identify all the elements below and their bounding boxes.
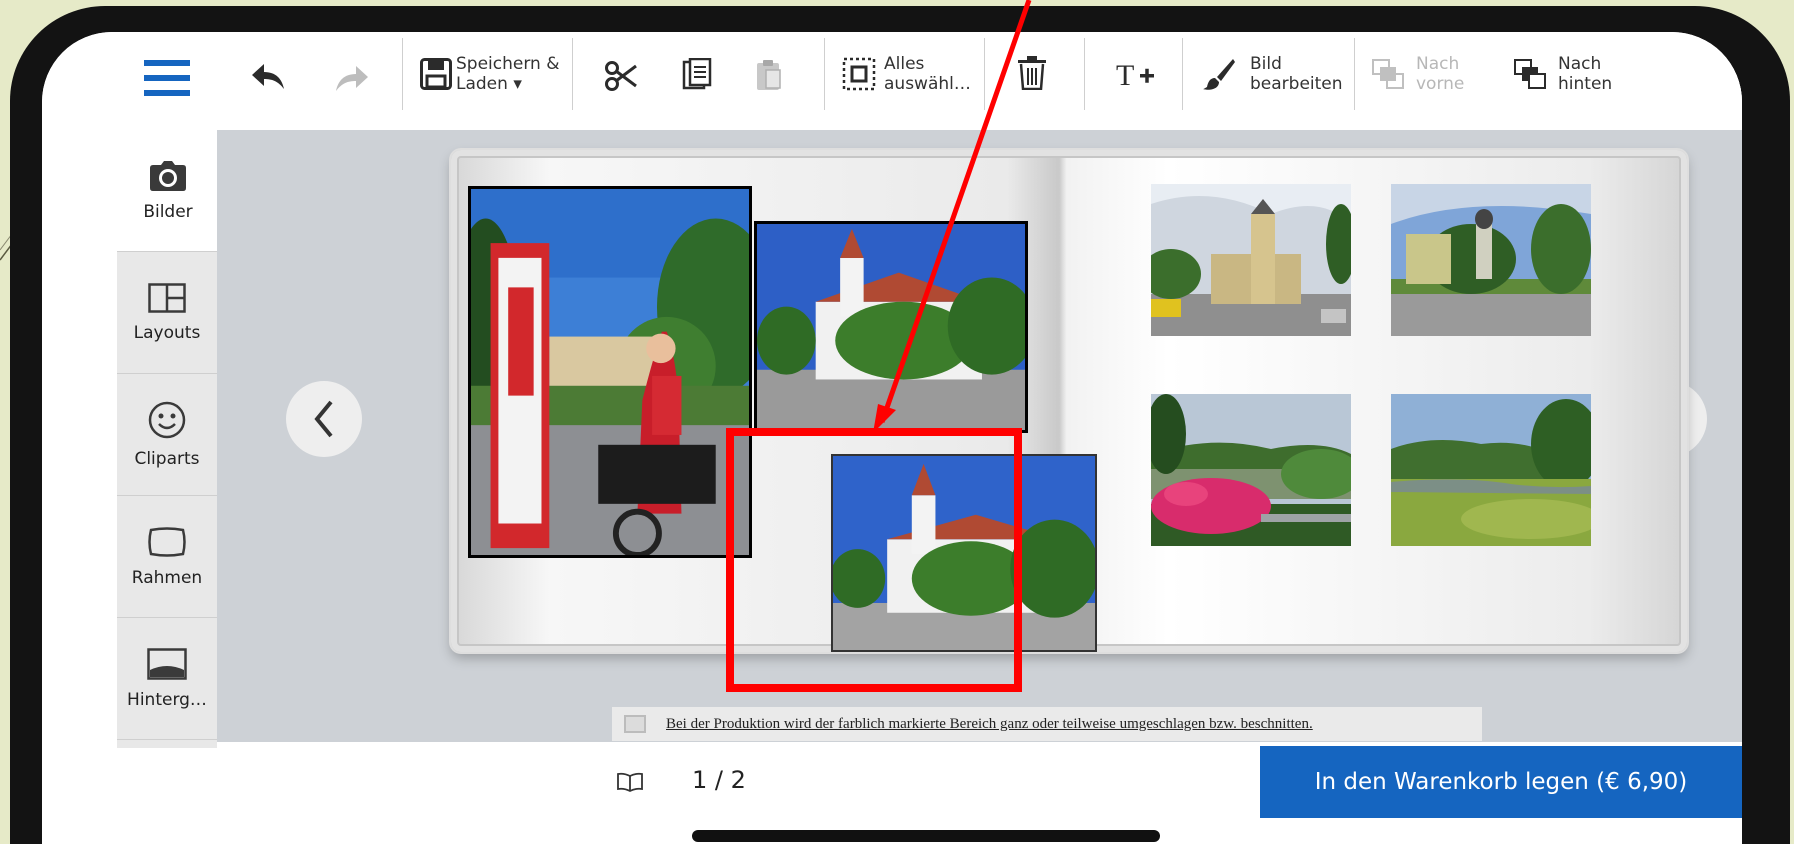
toolbar-separator [984,38,985,110]
undo-icon [252,64,284,89]
redo-button[interactable] [334,64,370,94]
bring-forward-icon [1372,59,1404,89]
cut-button[interactable] [604,60,638,92]
print-area-swatch [624,715,646,733]
photo-cyclist[interactable] [468,186,752,558]
trash-icon [1018,56,1046,90]
send-backward-icon [1514,59,1546,89]
paste-icon [757,60,781,90]
add-text-button[interactable]: T [1116,58,1156,90]
toolbar-fade [1682,32,1742,122]
sidebar-item-layouts[interactable]: Layouts [117,252,217,374]
save-load-button[interactable]: Speichern & Laden ▾ [420,54,559,94]
edit-image-label-line2: bearbeiten [1250,74,1343,94]
hamburger-menu-icon [144,60,190,96]
photo-river-valley[interactable] [1391,394,1591,546]
save-label-line1: Speichern & [456,54,560,74]
photo-church-4[interactable] [1391,184,1591,336]
copy-button[interactable] [682,58,712,92]
svg-text:T: T [1116,59,1134,90]
editor-canvas: Bei der Produktion wird der farblich mar… [217,130,1742,742]
select-all-label-line1: Alles [884,54,925,74]
bring-forward-label-line1: Nach [1416,54,1460,74]
save-label-line2: Laden ▾ [456,74,522,94]
previous-page-button[interactable] [286,381,362,457]
edit-image-button[interactable]: Bild bearbeiten [1202,54,1343,94]
layout-icon [148,282,186,313]
toolbar: Speichern & Laden ▾ Alles auswähl… T Bil… [42,32,1742,128]
photo-church-3[interactable] [1151,184,1351,336]
photo-river-flowers[interactable] [1151,394,1351,546]
sidebar-item-label: Bilder [143,201,193,222]
add-text-icon: T [1116,59,1154,90]
phone-frame: Speichern & Laden ▾ Alles auswähl… T Bil… [10,6,1790,844]
toolbar-separator [572,38,573,110]
photo-church-1[interactable] [754,221,1028,433]
page-indicator: 1 / 2 [692,766,746,794]
bring-forward-label-line2: vorne [1416,74,1465,94]
toolbar-separator [1182,38,1183,110]
camera-icon [150,160,186,191]
toolbar-separator [1354,38,1355,110]
add-to-cart-button[interactable]: In den Warenkorb legen (€ 6,90) [1260,746,1742,818]
toolbar-separator [1084,38,1085,110]
select-all-icon [842,57,876,91]
menu-button[interactable] [144,60,190,96]
redo-icon [336,66,368,91]
select-all-label-line2: auswähl… [884,74,971,94]
sidebar-item-label: Rahmen [131,567,203,588]
sidebar-item-label: Cliparts [134,448,200,469]
background-icon [147,647,187,680]
bring-forward-button[interactable]: Nach vorne [1372,54,1464,94]
send-backward-label-line2: hinten [1558,74,1613,94]
sidebar-item-rahmen[interactable]: Rahmen [117,496,217,618]
delete-button[interactable] [1018,56,1046,90]
frame-icon [148,526,186,557]
paste-button[interactable] [754,58,784,92]
home-indicator [692,830,1160,842]
chevron-left-icon [314,400,333,438]
sidebar-item-cliparts[interactable]: Cliparts [117,374,217,496]
sidebar: Bilder Layouts Cliparts Rahmen Hinterg… [117,130,219,748]
print-notice-text[interactable]: Bei der Produktion wird der farblich mar… [666,716,1313,733]
smiley-icon [148,401,186,438]
sidebar-item-label: Layouts [133,322,201,343]
send-backward-label-line1: Nach [1558,54,1602,74]
brush-icon [1203,59,1235,90]
undo-button[interactable] [250,62,286,92]
send-backward-button[interactable]: Nach hinten [1514,54,1612,94]
sidebar-item-bilder[interactable]: Bilder [117,130,219,252]
edit-image-label-line1: Bild [1250,54,1282,74]
sidebar-item-hintergrund[interactable]: Hinterg… [117,618,217,740]
scissors-icon [605,61,637,91]
copy-icon [682,58,712,90]
toolbar-separator [824,38,825,110]
toolbar-separator [402,38,403,110]
photo-church-2[interactable] [831,454,1097,652]
save-icon [420,58,452,90]
select-all-button[interactable]: Alles auswähl… [842,54,971,94]
print-notice: Bei der Produktion wird der farblich mar… [612,707,1482,741]
book-icon [617,772,643,792]
app-screen: Speichern & Laden ▾ Alles auswähl… T Bil… [42,32,1742,844]
sidebar-item-label: Hinterg… [127,689,207,710]
